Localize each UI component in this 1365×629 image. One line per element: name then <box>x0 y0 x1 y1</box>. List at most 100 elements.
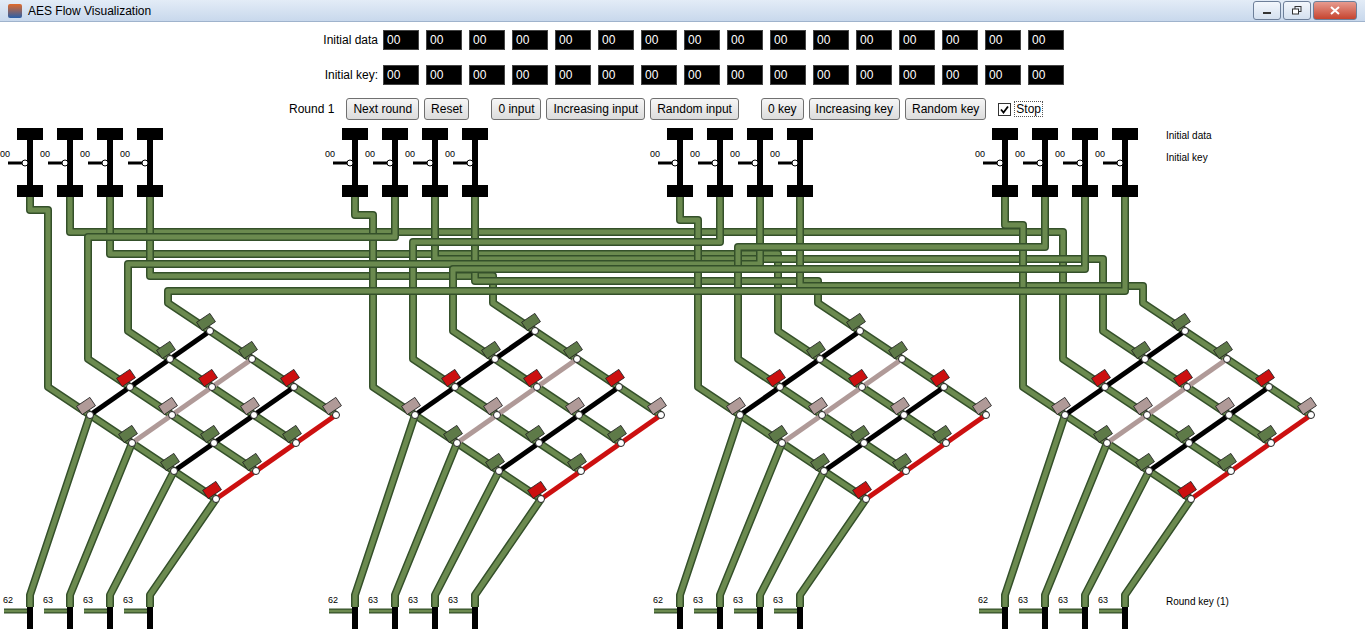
input-byte: 00 <box>1055 128 1098 197</box>
svg-text:00: 00 <box>405 149 415 159</box>
output-wire <box>110 471 174 607</box>
checkbox-box[interactable] <box>998 103 1011 116</box>
mix-gate <box>1174 369 1193 390</box>
byte-input[interactable]: 00 <box>770 65 806 85</box>
byte-input[interactable]: 00 <box>598 30 634 50</box>
mix-gate <box>608 425 627 446</box>
mix-gate <box>769 425 788 446</box>
toolbar-button[interactable]: Random key <box>905 98 986 120</box>
byte-input[interactable]: 00 <box>469 30 505 50</box>
svg-text:63: 63 <box>1058 595 1068 605</box>
stop-checkbox[interactable]: Stop <box>998 101 1043 117</box>
mix-gate <box>973 397 992 418</box>
svg-text:63: 63 <box>408 595 418 605</box>
byte-input[interactable]: 00 <box>1028 30 1064 50</box>
mix-gate <box>119 425 138 446</box>
mix-gate <box>1214 341 1233 362</box>
byte-input[interactable]: 00 <box>856 65 892 85</box>
field-label: Initial key: <box>0 68 383 82</box>
input-byte: 00 <box>80 128 123 197</box>
output-byte: 63 <box>1018 595 1048 629</box>
output-byte: 62 <box>328 595 358 629</box>
output-byte: 63 <box>448 595 478 629</box>
byte-input[interactable]: 00 <box>942 65 978 85</box>
shift-rows-wire <box>680 197 740 415</box>
mix-gate <box>931 369 950 390</box>
byte-input[interactable]: 00 <box>899 30 935 50</box>
byte-input[interactable]: 00 <box>469 65 505 85</box>
byte-input[interactable]: 00 <box>1028 65 1064 85</box>
aes-diagram: 0000000000000000000000000000000062636363… <box>0 125 1365 629</box>
byte-input[interactable]: 00 <box>641 30 677 50</box>
byte-input[interactable]: 00 <box>512 65 548 85</box>
svg-text:63: 63 <box>43 595 53 605</box>
mix-gate <box>522 313 541 334</box>
toolbar-button[interactable]: Increasing input <box>546 98 645 120</box>
byte-fields: 00 00 00 00 00 00 00 00 00 00 00 00 00 00 00 00 <box>383 30 1064 50</box>
byte-input[interactable]: 00 <box>512 30 548 50</box>
byte-input[interactable]: 00 <box>985 65 1021 85</box>
byte-input[interactable]: 00 <box>426 65 462 85</box>
output-byte: 63 <box>83 595 113 629</box>
input-byte: 00 <box>650 128 693 197</box>
mix-gate <box>1172 313 1191 334</box>
svg-text:00: 00 <box>1015 149 1025 159</box>
shift-rows-wire <box>128 197 760 359</box>
output-byte: 62 <box>3 595 33 629</box>
byte-input[interactable]: 00 <box>383 65 419 85</box>
restore-button[interactable] <box>1283 1 1311 20</box>
svg-text:63: 63 <box>1018 595 1028 605</box>
svg-text:00: 00 <box>0 149 10 159</box>
mix-output-line <box>216 415 336 499</box>
byte-input[interactable]: 00 <box>813 65 849 85</box>
byte-input[interactable]: 00 <box>727 65 763 85</box>
output-wire <box>395 443 457 607</box>
toolbar-button[interactable]: Next round <box>346 98 419 120</box>
byte-input[interactable]: 00 <box>856 30 892 50</box>
toolbar-button[interactable]: 0 input <box>491 98 541 120</box>
byte-input[interactable]: 00 <box>899 65 935 85</box>
svg-text:00: 00 <box>690 149 700 159</box>
svg-text:63: 63 <box>733 595 743 605</box>
output-byte: 63 <box>1098 595 1128 629</box>
input-byte: 00 <box>690 128 733 197</box>
output-byte: 63 <box>773 595 803 629</box>
mix-gate <box>889 341 908 362</box>
toolbar-button[interactable]: Increasing key <box>809 98 900 120</box>
shift-rows-wire <box>355 197 415 415</box>
toolbar-button[interactable]: Random input <box>650 98 739 120</box>
mix-gate <box>283 425 302 446</box>
close-button[interactable] <box>1313 1 1357 20</box>
toolbar-button[interactable]: Reset <box>424 98 469 120</box>
mix-gate <box>157 341 176 362</box>
button-group: 0 inputIncreasing inputRandom input <box>491 98 738 120</box>
title-bar: AES Flow Visualization <box>0 0 1365 22</box>
byte-input[interactable]: 00 <box>985 30 1021 50</box>
byte-input[interactable]: 00 <box>598 65 634 85</box>
byte-input[interactable]: 00 <box>383 30 419 50</box>
mix-gate <box>243 453 262 474</box>
byte-input[interactable]: 00 <box>555 30 591 50</box>
byte-input[interactable]: 00 <box>942 30 978 50</box>
byte-input[interactable]: 00 <box>727 30 763 50</box>
minimize-button[interactable] <box>1253 1 1281 20</box>
byte-input[interactable]: 00 <box>426 30 462 50</box>
byte-input[interactable]: 00 <box>684 65 720 85</box>
byte-input[interactable]: 00 <box>770 30 806 50</box>
mix-gate <box>201 425 220 446</box>
mix-gate <box>1176 425 1195 446</box>
mix-gate <box>402 397 421 418</box>
mix-gate <box>811 453 830 474</box>
output-wire <box>1045 443 1107 607</box>
byte-input[interactable]: 00 <box>641 65 677 85</box>
mix-gate <box>1298 397 1317 418</box>
byte-input[interactable]: 00 <box>684 30 720 50</box>
output-wire <box>800 499 866 607</box>
toolbar-button[interactable]: 0 key <box>761 98 804 120</box>
svg-text:00: 00 <box>975 149 985 159</box>
output-wire <box>1085 471 1149 607</box>
byte-input[interactable]: 00 <box>813 30 849 50</box>
byte-input[interactable]: 00 <box>555 65 591 85</box>
input-byte: 00 <box>365 128 408 197</box>
mix-gate <box>281 369 300 390</box>
